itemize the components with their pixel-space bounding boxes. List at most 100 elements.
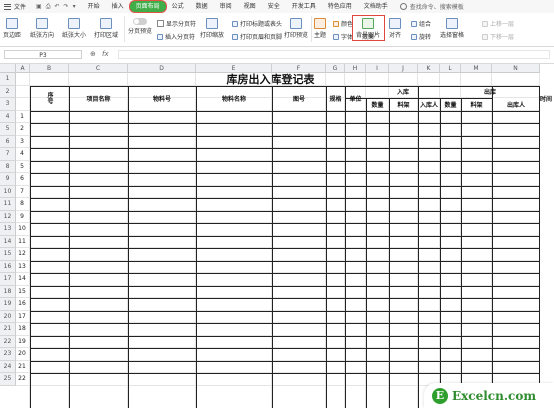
column-header-N[interactable]: N [492, 64, 540, 73]
row-header-18[interactable]: 18 [0, 285, 16, 298]
serial-number: 22 [18, 375, 26, 382]
column-header-M[interactable]: M [461, 64, 492, 73]
name-box[interactable]: P3 [4, 50, 82, 59]
page-margin-button[interactable]: 页边距 [3, 18, 21, 39]
column-header-A[interactable]: A [16, 64, 30, 73]
align-label: 对齐 [389, 32, 402, 39]
table-border [30, 273, 540, 274]
tab-1[interactable]: 插入 [106, 1, 130, 12]
column-header-K[interactable]: K [418, 64, 440, 73]
paper-size-button[interactable]: 纸张大小 [62, 18, 86, 39]
tab-5[interactable]: 审阅 [214, 1, 238, 12]
tab-3[interactable]: 公式 [166, 1, 190, 12]
row-header-2[interactable]: 2 [0, 85, 16, 98]
row-header-6[interactable]: 6 [0, 135, 16, 148]
row-header-14[interactable]: 14 [0, 235, 16, 248]
theme-label: 主题 [314, 32, 327, 39]
command-search[interactable]: 查找命令、搜索模板 [399, 2, 464, 11]
column-header-L[interactable]: L [440, 64, 461, 73]
show-page-breaks-checkbox[interactable]: 显示分页符 [157, 19, 196, 28]
colors-button[interactable]: 颜色 [333, 19, 353, 28]
bring-forward-button[interactable]: 上移一层 [482, 19, 514, 28]
tab-6[interactable]: 视图 [238, 1, 262, 12]
serial-number: 11 [18, 237, 26, 245]
column-header-I[interactable]: I [366, 64, 389, 73]
fonts-button[interactable]: 字体 [333, 32, 353, 41]
chevron-down-icon[interactable]: ▾ [73, 3, 76, 11]
row-header-3[interactable]: 3 [0, 98, 16, 111]
rotate-button[interactable]: 旋转 [411, 32, 431, 41]
row-header-1[interactable]: 1 [0, 73, 16, 86]
row-header-4[interactable]: 4 [0, 110, 16, 123]
column-header-E[interactable]: E [196, 64, 272, 73]
ribbon-tabs: 开始 插入 页面布局 公式 数据 审阅 视图 安全 开发工具 特色应用 文档助手 [82, 1, 394, 12]
tab-0[interactable]: 开始 [82, 1, 106, 12]
row-header-9[interactable]: 9 [0, 173, 16, 186]
tab-9[interactable]: 特色应用 [322, 1, 358, 12]
bring-forward-icon [482, 20, 488, 27]
row-header-5[interactable]: 5 [0, 123, 16, 136]
undo-icon[interactable]: ↶ [55, 3, 60, 11]
insert-page-break-button[interactable]: 插入分页符 [157, 32, 195, 41]
row-header-16[interactable]: 16 [0, 260, 16, 273]
row-header-20[interactable]: 20 [0, 310, 16, 323]
header-time: 时间 [540, 95, 553, 103]
selection-pane-button[interactable]: 选择窗格 [440, 18, 464, 39]
row-header-17[interactable]: 17 [0, 273, 16, 286]
orientation-button[interactable]: 纸张方向 [30, 18, 54, 39]
header-inbound-qty: 数量 [371, 101, 384, 109]
row-header-7[interactable]: 7 [0, 148, 16, 161]
fx-icon[interactable]: fx [102, 50, 109, 59]
background-image-highlight [352, 15, 385, 41]
row-header-21[interactable]: 21 [0, 323, 16, 336]
row-header-23[interactable]: 23 [0, 348, 16, 361]
file-menu-label: 文件 [14, 4, 27, 11]
column-header-J[interactable]: J [389, 64, 418, 73]
save-icon[interactable]: ▣ [36, 3, 42, 11]
print-titles-button[interactable]: 打印标题或表头 [232, 19, 282, 28]
print-preview-icon [290, 18, 302, 29]
theme-button[interactable]: 主题 [314, 18, 326, 39]
file-menu[interactable]: 文件 [4, 2, 26, 11]
zoom-icon[interactable]: ⊕ [90, 50, 96, 59]
group-label: 组合 [419, 21, 432, 28]
table-border [30, 298, 540, 299]
row-header-25[interactable]: 25 [0, 373, 16, 386]
serial-number: 9 [20, 212, 24, 220]
column-header-D[interactable]: D [128, 64, 196, 73]
column-header-H[interactable]: H [345, 64, 366, 73]
print-preview-button[interactable]: 打印预览 [284, 18, 308, 39]
tab-10[interactable]: 文档助手 [358, 1, 394, 12]
row-header-10[interactable]: 10 [0, 185, 16, 198]
column-header-B[interactable]: B [30, 64, 69, 73]
select-all-corner[interactable] [0, 64, 16, 73]
send-backward-button[interactable]: 下移一层 [482, 32, 514, 41]
row-header-8[interactable]: 8 [0, 160, 16, 173]
tab-4[interactable]: 数据 [190, 1, 214, 12]
row-header-19[interactable]: 19 [0, 298, 16, 311]
row-header-13[interactable]: 13 [0, 223, 16, 236]
print-icon[interactable]: ⎙ [46, 3, 51, 11]
column-header-C[interactable]: C [69, 64, 128, 73]
formula-input[interactable] [118, 50, 550, 59]
redo-icon[interactable]: ↷ [64, 3, 69, 11]
page-margin-label: 页边距 [3, 32, 22, 39]
spreadsheet-grid[interactable]: 库房出入库登记表 ABCDEFGHIJKLMN12345678910111213… [0, 64, 554, 408]
row-header-22[interactable]: 22 [0, 335, 16, 348]
row-header-11[interactable]: 11 [0, 198, 16, 211]
column-header-F[interactable]: F [272, 64, 326, 73]
column-header-G[interactable]: G [326, 64, 345, 73]
print-scale-button[interactable]: 打印缩放 [200, 18, 224, 39]
tab-8[interactable]: 开发工具 [286, 1, 322, 12]
row-header-24[interactable]: 24 [0, 360, 16, 373]
row-header-12[interactable]: 12 [0, 210, 16, 223]
group-button[interactable]: 组合 [411, 19, 431, 28]
tab-7[interactable]: 安全 [262, 1, 286, 12]
print-header-footer-button[interactable]: 打印页眉和页脚 [232, 32, 282, 41]
serial-number: 1 [20, 112, 24, 120]
align-button[interactable]: 对齐 [389, 18, 401, 39]
print-area-button[interactable]: 打印区域 [94, 18, 118, 39]
page-break-preview-button[interactable]: 分页预览 [128, 18, 152, 35]
tab-2[interactable]: 页面布局 [129, 1, 166, 12]
row-header-15[interactable]: 15 [0, 248, 16, 261]
